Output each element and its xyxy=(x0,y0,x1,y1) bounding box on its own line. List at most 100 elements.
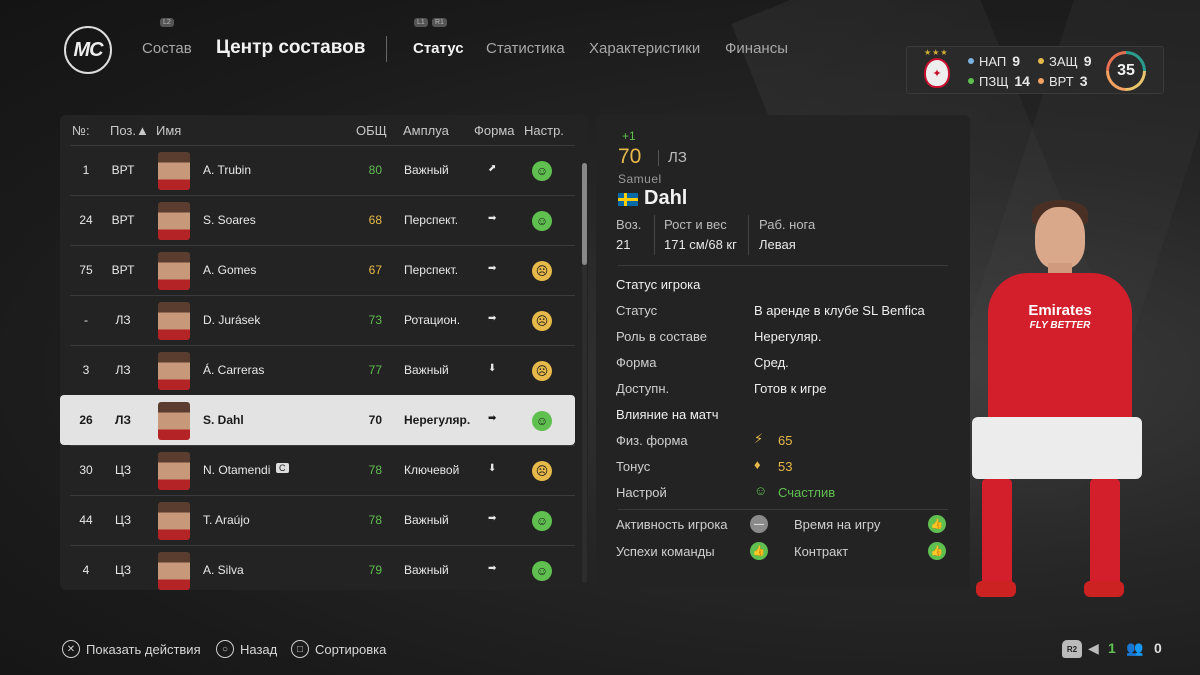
table-row[interactable]: 75 ВРТ A. Gomes 67 Перспект. ➡ ☹ xyxy=(70,245,575,295)
back-button[interactable]: ○ Назад xyxy=(216,640,277,658)
player-overall: 77 xyxy=(368,363,382,377)
player-number: 24 xyxy=(79,213,93,227)
header-overall[interactable]: ОБЩ xyxy=(356,123,387,138)
header-form[interactable]: Форма xyxy=(474,123,515,138)
squad-total: 35 xyxy=(1109,54,1143,88)
stat-goalkeepers: ВРТ 3 xyxy=(1038,73,1088,89)
fitness-value: 65 xyxy=(778,433,793,448)
player-model: Emirates FLY BETTER xyxy=(960,195,1160,605)
player-activity-label: Активность игрока xyxy=(616,517,728,532)
form-arrow-icon: ➡ xyxy=(488,413,497,424)
header-name[interactable]: Имя xyxy=(156,123,181,138)
availability-value: Готов к игре xyxy=(754,381,827,396)
player-portrait xyxy=(158,152,190,190)
table-row[interactable]: 44 ЦЗ T. Araújo 78 Важный ➡ ☺ xyxy=(70,495,575,545)
player-portrait xyxy=(158,352,190,390)
rating-change: +1 xyxy=(622,129,636,143)
player-overall: 73 xyxy=(368,313,382,327)
player-first-name: Samuel xyxy=(618,172,662,186)
tab-status[interactable]: Статус xyxy=(413,40,464,57)
form-arrow-icon: ➡ xyxy=(488,263,497,274)
squad-total-ring: 35 xyxy=(1106,51,1146,91)
header-role[interactable]: Амплуа xyxy=(403,123,449,138)
squad-role-value: Нерегуляр. xyxy=(754,329,822,344)
player-role: Ключевой xyxy=(404,463,460,477)
tab-statistics[interactable]: Статистика xyxy=(486,40,565,57)
morale-value: Счастлив xyxy=(778,485,836,500)
table-row[interactable]: 26 ЛЗ S. Dahl 70 Нерегуляр. ➡ ☺ xyxy=(60,395,575,445)
form-arrow-icon: ➡ xyxy=(488,313,497,324)
player-overall: 68 xyxy=(368,213,382,227)
player-position: ВРТ xyxy=(111,263,135,277)
player-sock-left xyxy=(982,479,1012,589)
player-overall: 78 xyxy=(368,463,382,477)
header-position[interactable]: Поз.▲ xyxy=(110,123,149,138)
player-name: T. Araújo xyxy=(203,513,250,527)
player-head xyxy=(1035,207,1085,269)
player-number: 30 xyxy=(79,463,93,477)
nav-divider xyxy=(386,36,387,62)
top-navigation: MC L2 L1 R1 Состав Центр составов Статус… xyxy=(0,0,1200,100)
club-crest-icon: ✦ xyxy=(924,58,950,88)
table-row[interactable]: 24 ВРТ S. Soares 68 Перспект. ➡ ☺ xyxy=(70,195,575,245)
club-stars: ★★★ xyxy=(924,48,949,57)
table-row[interactable]: - ЛЗ D. Jurásek 73 Ротацион. ➡ ☹ xyxy=(70,295,575,345)
table-row[interactable]: 4 ЦЗ A. Silva 79 Важный ➡ ☺ xyxy=(70,545,575,590)
show-actions-button[interactable]: ✕ Показать действия xyxy=(62,640,201,658)
player-role: Важный xyxy=(404,563,449,577)
match-impact-heading: Влияние на матч xyxy=(616,407,719,422)
table-row[interactable]: 30 ЦЗ N. Otamendi C 78 Ключевой ⬇ ☹ xyxy=(70,445,575,495)
party-count: 0 xyxy=(1154,640,1162,656)
thumbs-up-icon: 👍 xyxy=(928,542,946,560)
sort-button[interactable]: □ Сортировка xyxy=(291,640,386,658)
player-portrait xyxy=(158,302,190,340)
player-overall: 78 xyxy=(368,513,382,527)
thumbs-up-icon: 👍 xyxy=(750,542,768,560)
form-label: Форма xyxy=(616,355,657,370)
player-role: Нерегуляр. xyxy=(404,413,471,427)
player-position: ВРТ xyxy=(111,163,135,177)
tab-finances[interactable]: Финансы xyxy=(725,40,788,57)
morale-neutral-icon: ☹ xyxy=(532,311,552,331)
player-number: - xyxy=(84,313,88,327)
age-value: 21 xyxy=(616,237,631,252)
form-arrow-icon: ➡ xyxy=(488,213,497,224)
player-portrait xyxy=(158,502,190,540)
player-position: ЛЗ xyxy=(115,413,131,427)
nav-squad-hub[interactable]: Центр составов xyxy=(216,37,365,59)
header-number[interactable]: №: xyxy=(72,123,90,138)
player-portrait xyxy=(158,552,190,590)
table-row[interactable]: 3 ЛЗ Á. Carreras 77 Важный ⬇ ☹ xyxy=(70,345,575,395)
player-number: 75 xyxy=(79,263,93,277)
player-name: A. Silva xyxy=(203,563,244,577)
player-portrait xyxy=(158,252,190,290)
height-weight-value: 171 см/68 кг xyxy=(664,237,737,252)
nav-squad[interactable]: Состав xyxy=(142,40,192,57)
info-divider xyxy=(748,215,749,255)
r2-button-icon[interactable]: R2 xyxy=(1062,640,1082,658)
scrollbar-thumb[interactable] xyxy=(582,163,587,265)
player-role: Ротацион. xyxy=(404,313,461,327)
player-number: 3 xyxy=(82,363,90,377)
info-divider xyxy=(654,215,655,255)
player-name: Á. Carreras xyxy=(203,363,265,377)
player-number: 26 xyxy=(79,413,93,427)
contract-label: Контракт xyxy=(794,544,849,559)
player-overall: 79 xyxy=(368,563,382,577)
morale-happy-icon: ☺ xyxy=(532,211,552,231)
header-morale[interactable]: Настр. xyxy=(524,123,564,138)
tab-attributes[interactable]: Характеристики xyxy=(589,40,700,57)
square-button-icon: □ xyxy=(291,640,309,658)
stat-defenders: ЗАЩ 9 xyxy=(1038,53,1092,69)
l1-button-hint: L1 xyxy=(414,18,428,27)
player-overall: 67 xyxy=(368,263,382,277)
thumbs-up-icon: 👍 xyxy=(928,515,946,533)
table-row[interactable]: 1 ВРТ A. Trubin 80 Важный ⬈ ☺ xyxy=(70,145,575,195)
player-overall: 70 xyxy=(618,145,642,168)
player-number: 44 xyxy=(79,513,93,527)
player-role: Важный xyxy=(404,513,449,527)
player-overall: 70 xyxy=(368,413,382,427)
availability-label: Доступн. xyxy=(616,381,670,396)
height-weight-label: Рост и вес xyxy=(664,217,727,232)
player-name: D. Jurásek xyxy=(203,313,261,327)
